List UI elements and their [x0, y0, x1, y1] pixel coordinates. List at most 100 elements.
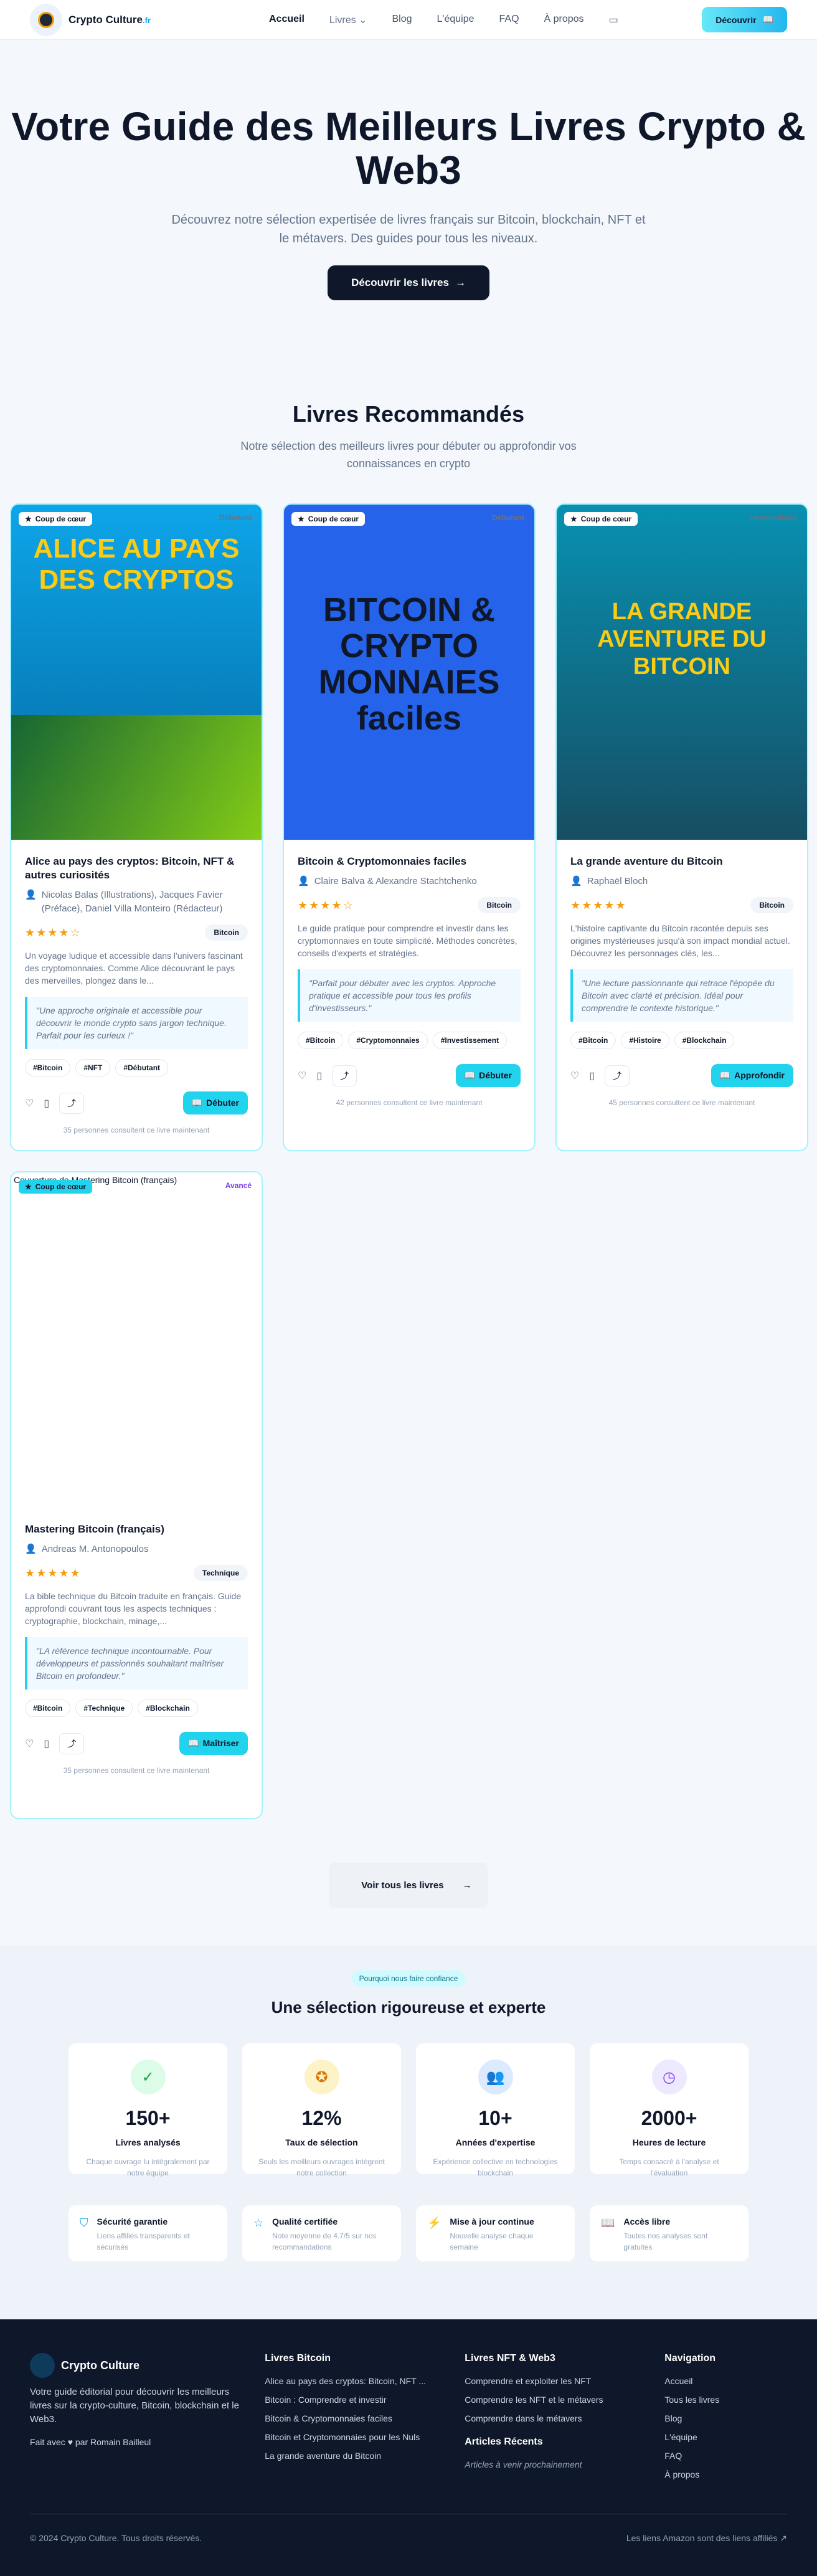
shield-icon: ⛉: [80, 2217, 88, 2229]
nav-livres[interactable]: Livres ⌄: [329, 14, 367, 26]
share-icon[interactable]: ⤴: [59, 1732, 85, 1754]
favorite-badge: ★ Coup de cœur: [564, 512, 638, 526]
feature-card: ☆ Qualité certifiée Note moyenne de 4.7/5 …: [242, 2205, 401, 2261]
bookmark-icon[interactable]: ▯: [316, 1070, 322, 1082]
book-action-button[interactable]: 📖 Approfondir: [711, 1064, 793, 1087]
book-action-button[interactable]: 📖 Maîtriser: [179, 1732, 248, 1755]
footer-link[interactable]: Comprendre dans le métavers: [465, 2413, 640, 2424]
book-title[interactable]: La grande aventure du Bitcoin: [570, 855, 793, 868]
footer-link[interactable]: Bitcoin : Comprendre et investir: [265, 2394, 440, 2405]
star-icon: ★: [570, 515, 577, 523]
bookmark-icon[interactable]: ▯: [44, 1097, 49, 1110]
level-badge: Débutant: [492, 513, 524, 522]
heart-icon[interactable]: ♡: [570, 1070, 579, 1082]
tag[interactable]: #Histoire: [621, 1032, 669, 1049]
tag[interactable]: #Débutant: [115, 1059, 169, 1077]
view-all-button[interactable]: Voir tous les livres →: [329, 1863, 488, 1908]
check-icon: ✓: [130, 2060, 166, 2094]
viewers-count: 35 personnes consultent ce livre mainten…: [63, 1126, 210, 1134]
nav-equipe[interactable]: L'équipe: [437, 14, 475, 26]
footer-link[interactable]: Comprendre et exploiter les NFT: [465, 2375, 640, 2387]
book-title[interactable]: Mastering Bitcoin (français): [25, 1523, 248, 1536]
footer-link[interactable]: Accueil: [664, 2375, 787, 2387]
book-cover[interactable]: BITCOIN & CRYPTO MONNAIES faciles ★ Coup …: [284, 505, 534, 840]
footer-link[interactable]: L'équipe: [664, 2431, 787, 2443]
favorite-badge: ★ Coup de cœur: [19, 1180, 93, 1194]
logo[interactable]: Crypto Culture.fr: [30, 3, 151, 36]
book-action-button[interactable]: 📖 Débuter: [182, 1091, 248, 1115]
viewers-count: 35 personnes consultent ce livre mainten…: [63, 1766, 210, 1775]
footer-link[interactable]: La grande aventure du Bitcoin: [265, 2450, 440, 2461]
top-nav: Crypto Culture.fr Accueil Livres ⌄ Blog …: [0, 0, 817, 40]
book-card: BITCOIN & CRYPTO MONNAIES faciles ★ Coup …: [283, 503, 536, 1151]
discover-button[interactable]: Découvrir 📖: [702, 7, 787, 32]
book-cover[interactable]: ALICE AU PAYS DES CRYPTOS ★ Coup de cœur …: [11, 505, 262, 840]
user-icon: 👤: [25, 890, 37, 900]
book-author: 👤 Claire Balva & Alexandre Stachtchenko: [298, 875, 521, 888]
book-card: Couverture de Mastering Bitcoin (françai…: [10, 1171, 263, 1819]
tag[interactable]: #Technique: [75, 1699, 133, 1717]
arrow-right-icon: →: [455, 277, 466, 288]
book-action-button[interactable]: 📖 Débuter: [455, 1064, 521, 1087]
footer-link[interactable]: Comprendre les NFT et le métavers: [465, 2394, 640, 2405]
heart-icon[interactable]: ♡: [25, 1737, 34, 1750]
footer-link[interactable]: À propos: [664, 2469, 787, 2480]
laptop-icon[interactable]: ▭: [609, 14, 618, 26]
copyright: © 2024 Crypto Culture. Tous droits réser…: [30, 2533, 202, 2543]
book-title[interactable]: Alice au pays des cryptos: Bitcoin, NFT …: [25, 855, 248, 882]
rating-stars: ★★★★★: [570, 898, 627, 911]
book-quote: "Parfait pour débuter avec les cryptos. …: [298, 969, 521, 1022]
book-cover[interactable]: Couverture de Mastering Bitcoin (françai…: [11, 1172, 262, 1508]
main-menu: Accueil Livres ⌄ Blog L'équipe FAQ À pro…: [269, 14, 618, 26]
heart-icon[interactable]: ♡: [25, 1097, 34, 1110]
bookmark-icon[interactable]: ▯: [44, 1737, 49, 1750]
footer-link[interactable]: Bitcoin et Cryptomonnaies pour les Nuls: [265, 2431, 440, 2443]
nav-blog[interactable]: Blog: [392, 14, 412, 26]
footer: Crypto Culture Votre guide éditorial pou…: [0, 2319, 817, 2576]
recommended-section: Livres Recommandés Notre sélection des m…: [0, 401, 817, 472]
hero-subtitle: Découvrez notre sélection expertisée de …: [171, 213, 646, 245]
nav-accueil[interactable]: Accueil: [269, 14, 305, 26]
share-icon[interactable]: ⤴: [605, 1065, 630, 1086]
tag[interactable]: #Bitcoin: [298, 1032, 344, 1049]
tag[interactable]: #Investissement: [432, 1032, 508, 1049]
footer-link[interactable]: Alice au pays des cryptos: Bitcoin, NFT …: [265, 2375, 440, 2387]
user-icon: 👤: [570, 876, 582, 886]
footer-link[interactable]: Tous les livres: [664, 2394, 787, 2405]
affiliate-note: Les liens Amazon sont des liens affiliés…: [626, 2533, 787, 2543]
trust-pill: Pourquoi nous faire confiance: [351, 1970, 466, 1987]
category-badge: Bitcoin: [750, 897, 793, 913]
section-title: Livres Recommandés: [292, 401, 525, 427]
star-icon: ★: [25, 1182, 32, 1191]
footer-link[interactable]: Bitcoin & Cryptomonnaies faciles: [265, 2413, 440, 2424]
bookmark-icon[interactable]: ▯: [589, 1070, 595, 1082]
tag[interactable]: #Blockchain: [138, 1699, 198, 1717]
share-icon[interactable]: ⤴: [332, 1065, 357, 1086]
nav-faq[interactable]: FAQ: [499, 14, 519, 26]
tag[interactable]: #Cryptomonnaies: [348, 1032, 428, 1049]
section-subtitle: Notre sélection des meilleurs livres pou…: [240, 440, 577, 470]
share-icon[interactable]: ⤴: [59, 1092, 85, 1114]
book-title[interactable]: Bitcoin & Cryptomonnaies faciles: [298, 855, 521, 868]
star-icon: ★: [298, 515, 305, 523]
bolt-icon: ⚡: [427, 2217, 442, 2229]
tag[interactable]: #Bitcoin: [25, 1059, 71, 1077]
footer-link[interactable]: Blog: [664, 2413, 787, 2424]
heart-icon[interactable]: ♡: [298, 1070, 306, 1082]
category-badge: Bitcoin: [478, 897, 521, 913]
tag[interactable]: #Blockchain: [674, 1032, 735, 1049]
nav-apropos[interactable]: À propos: [544, 14, 584, 26]
footer-made: Fait avec ♥ par Romain Bailleul: [30, 2437, 151, 2447]
hero-cta-button[interactable]: Découvrir les livres →: [328, 265, 489, 300]
favorite-badge: ★ Coup de cœur: [291, 512, 366, 526]
book-icon: 📖: [601, 2217, 615, 2229]
tag[interactable]: #Bitcoin: [25, 1699, 71, 1717]
level-badge: Avancé: [225, 1181, 252, 1190]
books-grid: ALICE AU PAYS DES CRYPTOS ★ Coup de cœur …: [0, 472, 817, 1819]
tag[interactable]: #NFT: [75, 1059, 111, 1077]
level-badge: Débutant: [219, 513, 252, 522]
logo-icon: [30, 3, 62, 36]
book-cover[interactable]: LA GRANDE AVENTURE DU BITCOIN ★ Coup de c…: [557, 505, 807, 840]
footer-link[interactable]: FAQ: [664, 2450, 787, 2461]
tag[interactable]: #Bitcoin: [570, 1032, 616, 1049]
